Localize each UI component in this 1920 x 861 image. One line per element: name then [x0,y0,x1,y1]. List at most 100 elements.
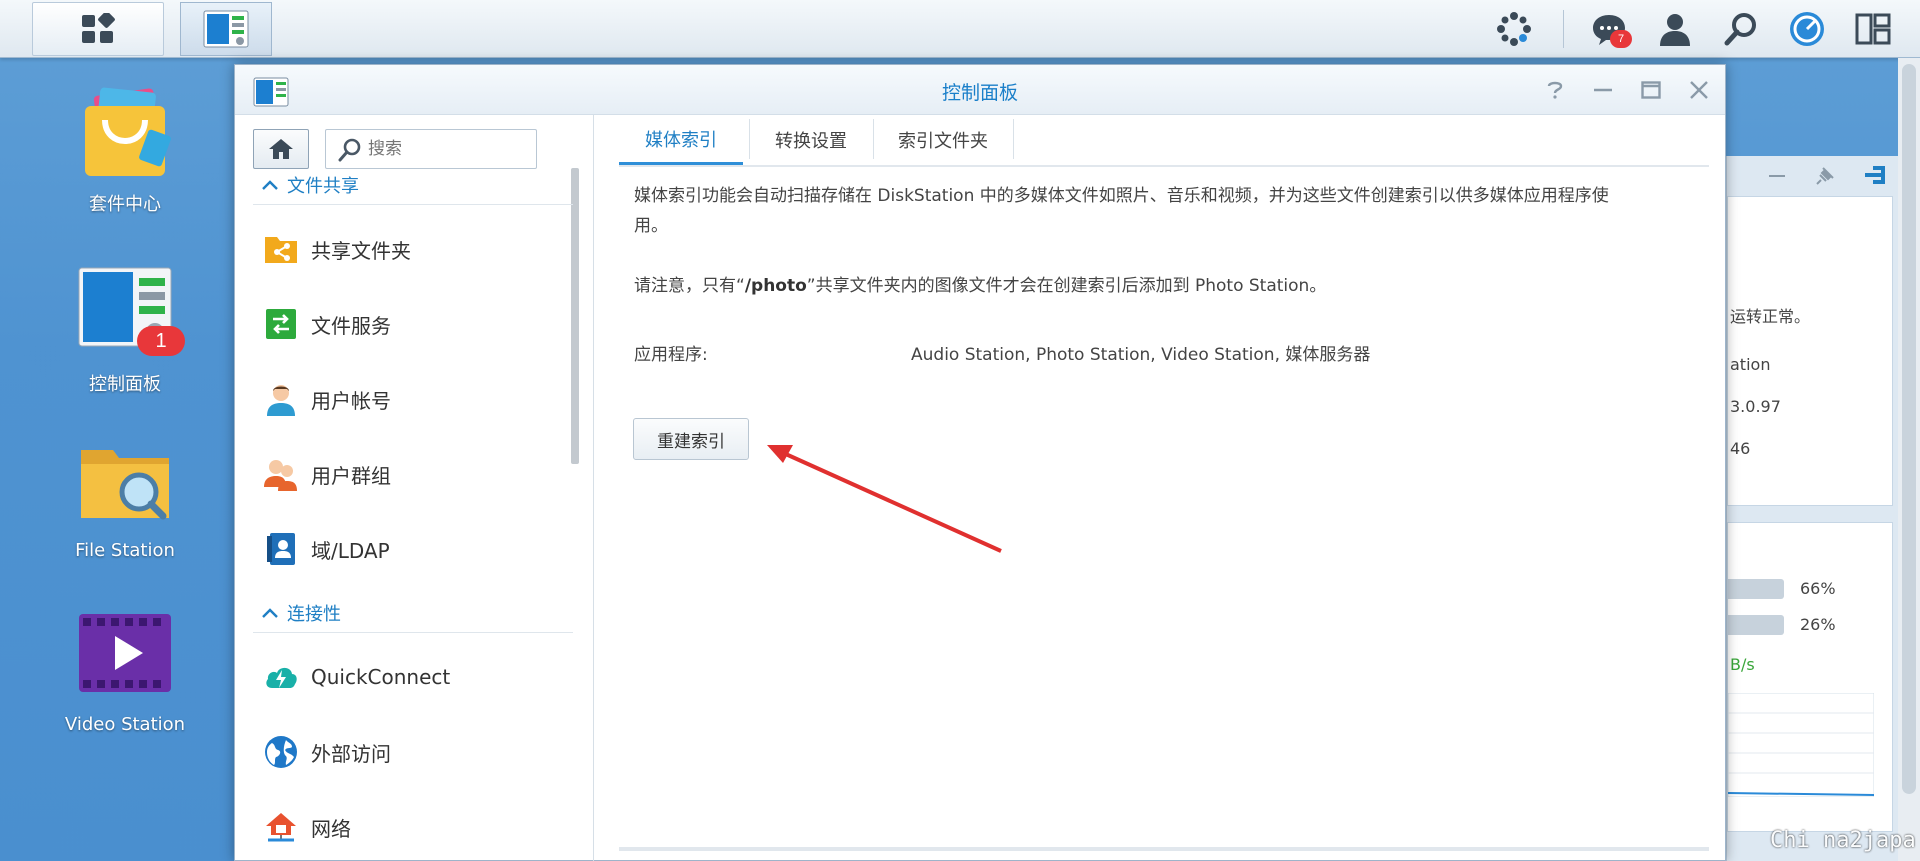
tab-bar: 媒体索引 转换设置 索引文件夹 [619,115,1709,167]
search-icon [338,138,361,162]
taskbar-control-panel-button[interactable] [180,2,272,56]
sidebar-item-network[interactable]: 网络 [263,802,563,852]
search-icon[interactable] [1722,10,1760,48]
group-icon [264,460,297,491]
desktop-icon-label: 控制面板 [89,374,161,395]
chevron-up-icon [262,607,278,618]
search-field[interactable] [325,129,537,169]
resource-monitor-icon[interactable] [1788,10,1826,48]
red-arrow-annotation [767,445,1002,553]
widget-settings-icon[interactable] [1863,164,1887,186]
sidebar-divider [593,115,594,861]
info-line-2: 3.0.97 [1730,397,1781,416]
close-icon [1690,81,1708,99]
desktop-icon-label: File Station [75,540,175,561]
section-connectivity[interactable]: 连接性 [253,593,573,633]
desktop-icon-package-center[interactable]: 套件中心 [35,86,215,216]
section-file-sharing[interactable]: 文件共享 [253,165,573,205]
system-health-card: 运转正常。 ation 3.0.97 46 [1727,196,1893,506]
desktop-icon-control-panel[interactable]: 1 控制面板 [35,266,215,396]
sidebar-item-external-access[interactable]: 外部访问 [263,727,563,777]
file-services-icon [266,309,296,339]
search-input[interactable] [368,137,528,161]
watermark: Chi na2japa [1770,828,1916,853]
resource-monitor-card: 66% 26% B/s [1727,522,1893,832]
scrollbar-thumb[interactable] [1902,64,1916,794]
sidebar-item-label: 用户群组 [311,463,391,488]
sidebar-item-ldap[interactable]: 域/LDAP [263,524,563,574]
pin-icon[interactable] [1815,164,1837,186]
folder-search-icon [81,450,169,520]
minimize-button[interactable] [1589,77,1617,103]
maximize-icon [1641,81,1661,99]
control-panel-icon [203,10,249,48]
photo-note: 请注意，只有“/photo”共享文件夹内的图像文件才会在创建索引后添加到 Pho… [634,271,1326,301]
ram-bar [1728,615,1784,635]
notification-badge: 7 [1610,30,1632,48]
tab-separator [1013,119,1014,159]
rebuild-index-button[interactable]: 重建索引 [633,418,749,460]
applications-value: Audio Station, Photo Station, Video Stat… [911,345,1371,365]
sidebar-item-group[interactable]: 用户群组 [263,449,563,499]
chevron-up-icon [262,179,278,190]
help-button[interactable] [1541,77,1569,103]
note-folder-name: /photo [744,276,807,296]
network-icon [266,813,296,842]
taskbar: 7 [0,0,1920,58]
minimize-icon [1594,88,1612,92]
sidebar-item-label: 网络 [311,816,351,841]
close-button[interactable] [1685,77,1713,103]
info-line-3: 46 [1730,439,1751,458]
description-line-1: 媒体索引功能会自动扫描存储在 DiskStation 中的多媒体文件如照片、音乐… [634,186,1609,206]
desktop-scrollbar[interactable] [1898,58,1920,861]
content-bottom-border [619,847,1709,851]
desktop-icon-video-station[interactable]: Video Station [35,610,215,735]
desktop-icon-label: Video Station [64,714,186,735]
desktop-icon-label: 套件中心 [89,194,161,215]
sidebar-item-label: 用户帐号 [311,388,391,413]
user-account-icon[interactable] [1656,10,1694,48]
tab-index-folders[interactable]: 索引文件夹 [873,115,1013,165]
sidebar-item-label: 外部访问 [311,741,391,766]
sidebar-item-quickconnect[interactable]: QuickConnect [263,652,563,702]
network-graph [1728,693,1874,797]
quickconnect-icon [266,667,297,688]
notifications-icon[interactable]: 7 [1590,10,1632,48]
note-prefix: 请注意，只有“ [634,276,745,296]
help-icon [1547,81,1563,99]
ldap-icon [267,533,295,565]
cpu-percent: 66% [1800,579,1836,598]
widgets-icon[interactable] [1495,10,1533,48]
desktop-layout-icon[interactable] [1854,10,1892,48]
description-line-2: 用。 [634,216,668,236]
taskbar-separator [1563,10,1564,48]
globe-icon [265,736,297,768]
video-play-icon [79,614,171,692]
minimize-icon[interactable] [1767,166,1787,186]
background-widget-panel: 运转正常。 ation 3.0.97 46 66% 26% B/s [1726,156,1898,861]
ram-percent: 26% [1800,615,1836,634]
sidebar-item-label: 域/LDAP [311,538,390,563]
shared-folder-icon [265,237,297,263]
widget-header [1727,156,1898,192]
sidebar-item-label: QuickConnect [311,665,451,689]
note-suffix: ”共享文件夹内的图像文件才会在创建索引后添加到 Photo Station。 [806,276,1327,296]
sidebar-item-shared-folder[interactable]: 共享文件夹 [263,224,563,274]
control-panel-badge: 1 [137,326,185,356]
tab-media-index[interactable]: 媒体索引 [619,115,743,165]
window-title: 控制面板 [941,82,1018,104]
sidebar-scrollbar[interactable] [571,168,579,464]
tab-conversion-settings[interactable]: 转换设置 [749,115,873,165]
sidebar-item-user[interactable]: 用户帐号 [263,374,563,424]
sidebar-item-file-services[interactable]: 文件服务 [263,299,563,349]
maximize-button[interactable] [1637,77,1665,103]
status-fragment: 运转正常。 [1730,307,1811,326]
section-label: 连接性 [287,603,341,625]
cpu-bar [1728,579,1784,599]
grid-menu-icon [82,13,115,43]
main-menu-button[interactable] [32,2,164,56]
window-titlebar[interactable]: 控制面板 [235,65,1725,115]
home-icon [269,139,293,159]
home-button[interactable] [253,129,309,169]
desktop-icon-file-station[interactable]: File Station [35,436,215,561]
